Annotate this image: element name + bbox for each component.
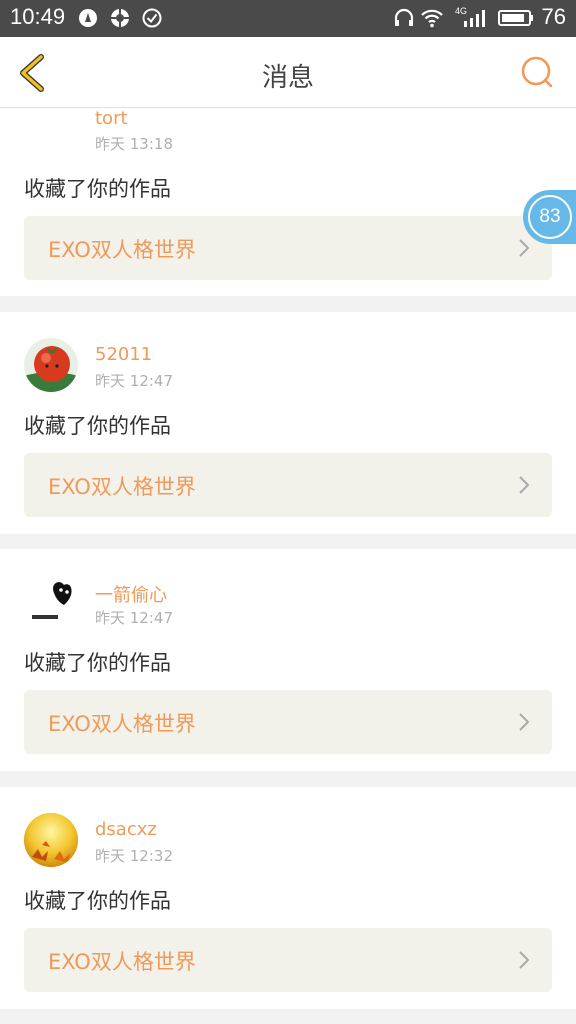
autumn-leaves-avatar[interactable]: [24, 813, 78, 867]
chevron-right-icon: [519, 239, 530, 257]
signal-icon: [464, 10, 485, 27]
username[interactable]: dsacxz: [95, 819, 157, 840]
username[interactable]: 一箭偷心: [95, 581, 167, 607]
page-title: 消息: [261, 63, 314, 93]
floating-badge[interactable]: 83: [523, 190, 576, 244]
work-title: EXO双人格世界: [48, 475, 196, 499]
work-title: EXO双人格世界: [48, 712, 196, 736]
username[interactable]: tort: [95, 108, 128, 129]
nav-bar: 消息: [0, 37, 576, 108]
battery-icon: [498, 10, 533, 26]
work-link[interactable]: EXO双人格世界: [24, 216, 552, 280]
wifi-icon: [421, 9, 443, 28]
action-text: 收藏了你的作品: [24, 889, 171, 913]
work-title: EXO双人格世界: [48, 950, 196, 974]
battery-level: 76: [541, 4, 566, 29]
chevron-right-icon: [519, 476, 530, 494]
message-card: 一箭偷心 昨天 12:47 收藏了你的作品 EXO双人格世界: [0, 549, 576, 771]
timestamp: 昨天 12:47: [95, 609, 173, 627]
timestamp: 昨天 12:32: [95, 847, 173, 865]
headphones-icon: [394, 8, 414, 26]
action-text: 收藏了你的作品: [24, 651, 171, 675]
message-card: dsacxz 昨天 12:32 收藏了你的作品 EXO双人格世界: [0, 787, 576, 1009]
username[interactable]: 52011: [95, 344, 152, 365]
status-bar: 10:49 4G 76: [0, 0, 576, 37]
work-link[interactable]: EXO双人格世界: [24, 928, 552, 992]
app-icon: [111, 9, 129, 27]
chevron-right-icon: [519, 951, 530, 969]
message-feed[interactable]: tort 昨天 13:18 收藏了你的作品 EXO双人格世界 52011 昨天 …: [0, 108, 576, 1024]
work-link[interactable]: EXO双人格世界: [24, 453, 552, 517]
message-card: 52011 昨天 12:47 收藏了你的作品 EXO双人格世界: [0, 312, 576, 534]
autumn-leaves-avatar-image: [24, 813, 78, 867]
action-text: 收藏了你的作品: [24, 414, 171, 438]
notification-icon: [79, 9, 97, 27]
search-icon[interactable]: [520, 55, 554, 89]
message-card: tort 昨天 13:18 收藏了你的作品 EXO双人格世界: [0, 108, 576, 296]
work-title: EXO双人格世界: [48, 238, 196, 262]
timestamp: 昨天 13:18: [95, 135, 173, 153]
action-text: 收藏了你的作品: [24, 177, 171, 201]
floating-badge-count: 83: [528, 195, 572, 239]
work-link[interactable]: EXO双人格世界: [24, 690, 552, 754]
heart-avatar[interactable]: [24, 575, 78, 629]
chevron-right-icon: [519, 713, 530, 731]
check-circle-icon: [142, 8, 162, 28]
heart-avatar-image: [24, 575, 78, 629]
tomato-avatar-image: [24, 338, 78, 392]
status-time: 10:49: [10, 4, 66, 29]
tomato-avatar[interactable]: [24, 338, 78, 392]
timestamp: 昨天 12:47: [95, 372, 173, 390]
